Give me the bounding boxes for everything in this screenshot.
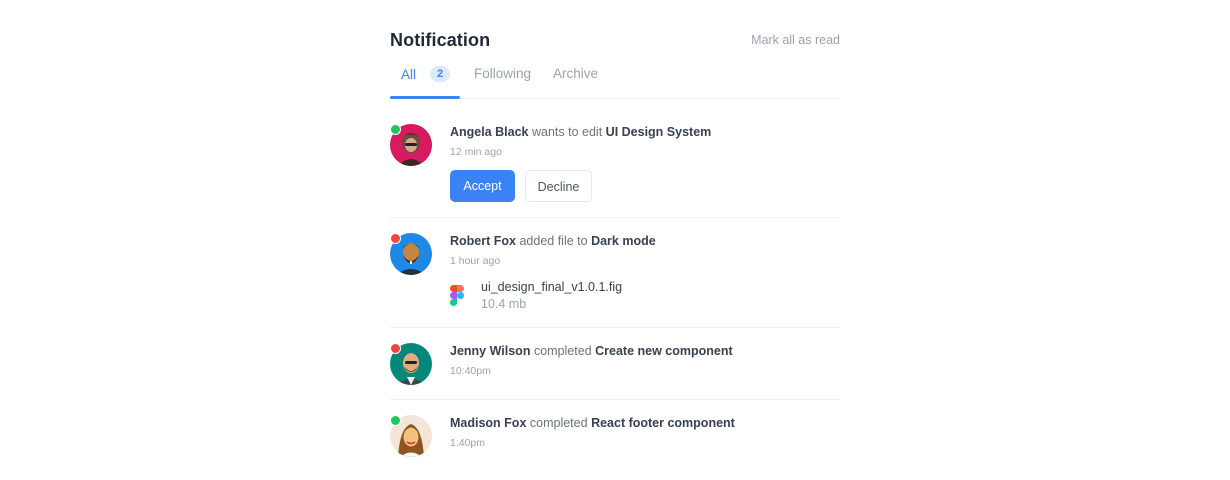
target-name: Create new component [595, 344, 733, 358]
list-item: Angela Black wants to edit UI Design Sys… [390, 99, 840, 218]
list-item: Madison Fox completed React footer compo… [390, 400, 840, 470]
action-text: added file to [519, 234, 588, 248]
online-status-dot [390, 415, 401, 426]
timestamp: 1:40pm [450, 437, 486, 449]
online-status-dot [390, 124, 401, 135]
file-size: 10.4 mb [481, 297, 527, 311]
action-text: completed [529, 416, 588, 430]
notification-text: Robert Fox added file to Dark mode [450, 234, 656, 248]
busy-status-dot [390, 233, 401, 244]
target-name: Dark mode [591, 234, 656, 248]
list-item: Robert Fox added file to Dark mode 1 hou… [390, 218, 840, 328]
count-badge: 2 [430, 66, 450, 82]
notification-panel: Notification Mark all as read All 2 Foll… [390, 0, 840, 470]
action-text: completed [533, 344, 592, 358]
user-name: Madison Fox [450, 416, 527, 430]
notification-text: Madison Fox completed React footer compo… [450, 416, 735, 430]
user-name: Angela Black [450, 125, 529, 139]
panel-header: Notification Mark all as read [390, 0, 840, 60]
busy-status-dot [390, 343, 401, 354]
decline-button[interactable]: Decline [525, 170, 592, 202]
timestamp: 12 min ago [450, 146, 502, 158]
tab-all-label: All [401, 67, 417, 82]
user-name: Jenny Wilson [450, 344, 531, 358]
list-item: Jenny Wilson completed Create new compon… [390, 328, 840, 400]
notification-text: Jenny Wilson completed Create new compon… [450, 344, 733, 358]
target-name: React footer component [591, 416, 735, 430]
notification-text: Angela Black wants to edit UI Design Sys… [450, 125, 711, 139]
page-title: Notification [390, 30, 491, 50]
target-name: UI Design System [605, 125, 712, 139]
tab-following[interactable]: Following [474, 66, 531, 98]
user-name: Robert Fox [450, 234, 516, 248]
tab-archive[interactable]: Archive [553, 66, 598, 98]
mark-all-read-link[interactable]: Mark all as read [751, 33, 840, 47]
tab-all[interactable]: All 2 [390, 66, 460, 99]
action-text: wants to edit [532, 125, 603, 139]
tab-bar: All 2 Following Archive [390, 60, 840, 99]
figma-icon [450, 285, 464, 307]
file-name[interactable]: ui_design_final_v1.0.1.fig [481, 280, 622, 294]
accept-button[interactable]: Accept [450, 170, 515, 202]
timestamp: 10:40pm [450, 365, 491, 377]
timestamp: 1 hour ago [450, 255, 501, 267]
